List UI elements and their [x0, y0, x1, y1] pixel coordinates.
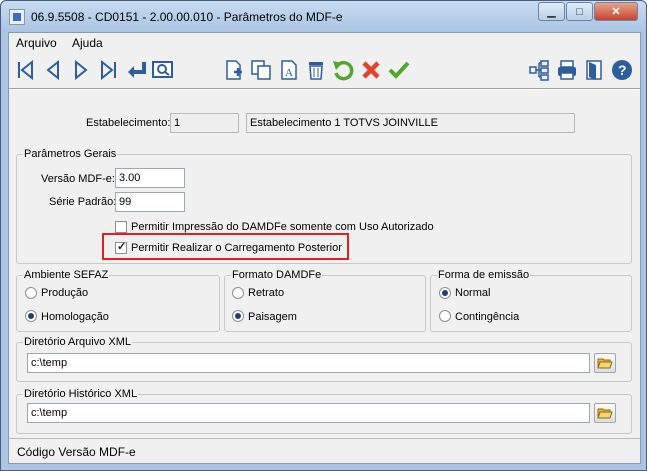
formato-damdfe-title: Formato DAMDFe	[231, 269, 323, 281]
delete-record-icon	[309, 62, 323, 80]
ambiente-sefaz-title: Ambiente SEFAZ	[23, 269, 110, 281]
exit-icon	[586, 60, 602, 80]
close-icon: ✕	[611, 6, 621, 18]
homologacao-label: Homologação	[41, 311, 109, 323]
last-record-button[interactable]	[97, 57, 121, 83]
minimize-button[interactable]: ▁	[538, 2, 565, 21]
serie-padrao-label: Série Padrão:	[49, 196, 117, 208]
permitir-impressao-label: Permitir Impressão do DAMDFe somente com…	[131, 221, 434, 233]
diretorio-historico-browse-button[interactable]	[594, 403, 616, 423]
search-record-icon	[152, 61, 173, 78]
forma-emissao-group: Forma de emissão	[430, 269, 632, 332]
formato-damdfe-group: Formato DAMDFe	[224, 269, 426, 332]
undo-icon	[333, 60, 354, 81]
estabelecimento-code-field[interactable]: 1	[170, 113, 239, 133]
normal-radio[interactable]	[439, 287, 451, 299]
print-button[interactable]	[555, 57, 579, 83]
status-text: Código Versão MDF-e	[17, 445, 136, 459]
estabelecimento-name-field[interactable]: Estabelecimento 1 TOTVS JOINVILLE	[246, 113, 575, 133]
contingencia-radio[interactable]	[439, 310, 451, 322]
producao-radio[interactable]	[25, 287, 37, 299]
window-title: 06.9.5508 - CD0151 - 2.00.00.010 - Parâm…	[31, 10, 343, 24]
copy-record-icon	[251, 60, 271, 80]
producao-label: Produção	[41, 287, 89, 299]
window-controls: ▁ □ ✕	[537, 2, 638, 21]
toolbar-divider-highlight	[9, 89, 640, 90]
retrato-radio[interactable]	[232, 287, 244, 299]
goto-button[interactable]	[125, 57, 149, 83]
first-record-button[interactable]	[13, 57, 37, 83]
copy-record-button[interactable]	[249, 57, 273, 83]
search-record-button[interactable]	[151, 57, 175, 83]
forma-emissao-title: Forma de emissão	[437, 269, 531, 281]
edit-record-icon: A	[281, 60, 297, 80]
diretorio-arquivo-title: Diretório Arquivo XML	[23, 336, 132, 348]
app-icon	[9, 9, 25, 25]
svg-text:A: A	[285, 67, 293, 79]
save-button[interactable]	[387, 57, 411, 83]
help-icon: ?	[612, 60, 632, 80]
exit-button[interactable]	[583, 57, 607, 83]
undo-button[interactable]	[331, 57, 355, 83]
goto-icon	[128, 62, 146, 78]
cancel-icon	[362, 61, 380, 79]
versao-mdfe-field[interactable]: 3.00	[115, 168, 185, 188]
previous-record-button[interactable]	[41, 57, 65, 83]
title-bar[interactable]: 06.9.5508 - CD0151 - 2.00.00.010 - Parâm…	[1, 1, 646, 32]
client-area: Arquivo Ajuda A ? Estabelecimento: 1 Est…	[8, 32, 641, 464]
diretorio-historico-field[interactable]: c:\temp	[27, 403, 590, 423]
permitir-carregamento-label: Permitir Realizar o Carregamento Posteri…	[131, 242, 342, 254]
folder-open-icon	[597, 358, 613, 369]
permitir-carregamento-checkbox[interactable]	[115, 240, 127, 254]
new-record-button[interactable]	[222, 57, 246, 83]
menu-ajuda[interactable]: Ajuda	[72, 36, 103, 50]
help-button[interactable]: ?	[610, 57, 634, 83]
parametros-gerais-title: Parâmetros Gerais	[23, 148, 118, 160]
zoom-list-button[interactable]	[527, 57, 551, 83]
retrato-label: Retrato	[248, 287, 285, 299]
normal-label: Normal	[455, 287, 491, 299]
folder-open-icon	[597, 408, 613, 419]
ambiente-sefaz-group: Ambiente SEFAZ	[16, 269, 220, 332]
maximize-icon: □	[576, 5, 583, 18]
paisagem-radio[interactable]	[232, 310, 244, 322]
permitir-impressao-checkbox[interactable]	[115, 221, 127, 233]
svg-text:?: ?	[618, 62, 627, 78]
serie-padrao-field[interactable]: 99	[115, 192, 185, 212]
application-window: 06.9.5508 - CD0151 - 2.00.00.010 - Parâm…	[0, 0, 647, 471]
delete-record-button[interactable]	[304, 57, 328, 83]
minimize-icon: ▁	[547, 6, 556, 18]
print-icon	[558, 60, 576, 80]
last-record-icon	[101, 60, 116, 80]
homologacao-radio[interactable]	[25, 310, 37, 322]
save-icon	[388, 61, 410, 79]
diretorio-arquivo-field[interactable]: c:\temp	[27, 353, 590, 373]
next-record-button[interactable]	[69, 57, 93, 83]
diretorio-historico-title: Diretório Histórico XML	[23, 388, 139, 400]
maximize-button[interactable]: □	[566, 2, 593, 21]
previous-record-icon	[46, 60, 59, 80]
toolbar: A ?	[9, 53, 640, 87]
contingencia-label: Contingência	[455, 311, 520, 323]
diretorio-arquivo-browse-button[interactable]	[594, 353, 616, 373]
menu-bar: Arquivo Ajuda	[9, 33, 640, 53]
zoom-list-icon	[529, 60, 549, 81]
menu-arquivo[interactable]: Arquivo	[16, 36, 57, 50]
next-record-icon	[75, 60, 88, 80]
status-bar: Código Versão MDF-e	[9, 438, 640, 463]
estabelecimento-label: Estabelecimento:	[86, 117, 171, 129]
versao-mdfe-label: Versão MDF-e:	[41, 173, 115, 185]
close-button[interactable]: ✕	[594, 2, 638, 21]
new-record-icon	[226, 60, 242, 80]
paisagem-label: Paisagem	[248, 311, 297, 323]
first-record-icon	[18, 60, 33, 80]
cancel-button[interactable]	[359, 57, 383, 83]
edit-record-button[interactable]: A	[277, 57, 301, 83]
